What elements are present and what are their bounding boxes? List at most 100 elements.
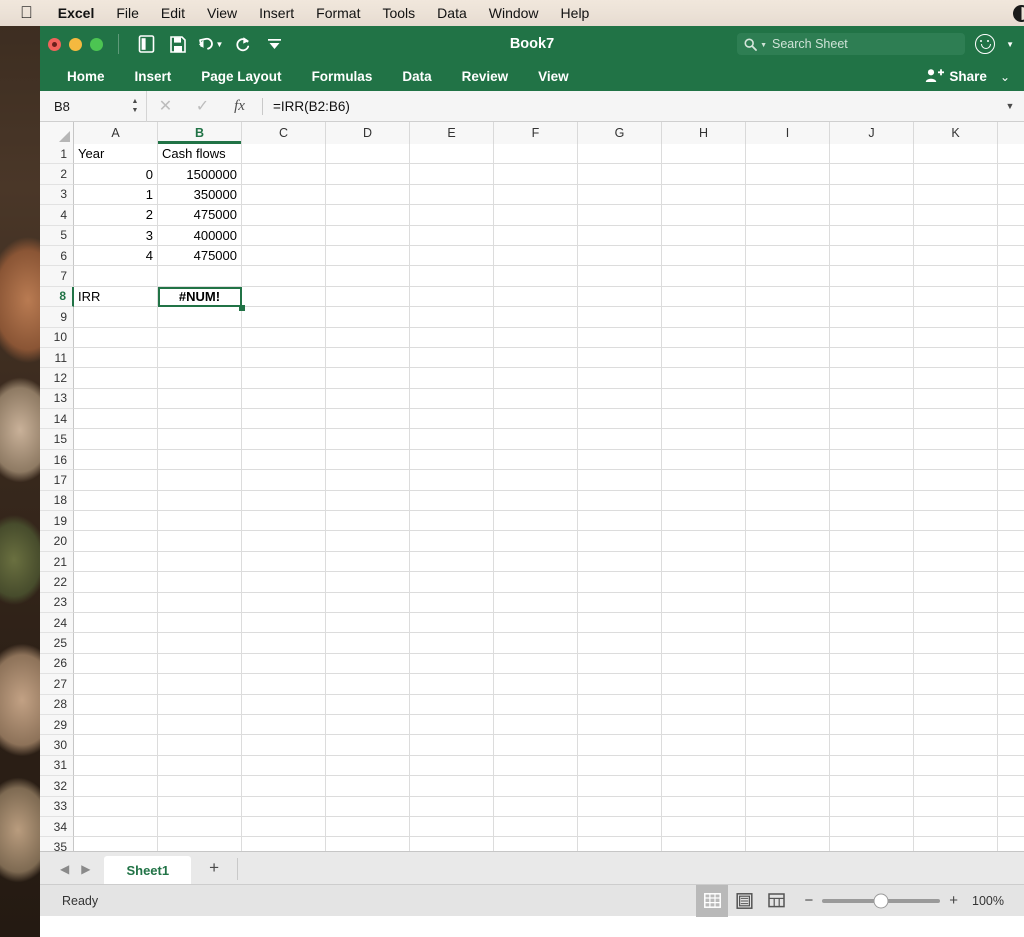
cell-j8[interactable] (830, 286, 914, 308)
cell-k3[interactable] (914, 184, 998, 206)
cell-j20[interactable] (830, 531, 914, 552)
cell-j25[interactable] (830, 633, 914, 654)
column-header-partial[interactable] (998, 122, 1024, 144)
cell-g27[interactable] (578, 674, 662, 695)
cell-d4[interactable] (326, 205, 410, 226)
cell-d14[interactable] (326, 409, 410, 430)
cell-f23[interactable] (494, 592, 578, 613)
cell-i29[interactable] (746, 714, 830, 736)
cell-g11[interactable] (578, 347, 662, 369)
cell-k28[interactable] (914, 694, 998, 715)
row-header-26[interactable]: 26 (40, 653, 74, 675)
cell-h7[interactable] (662, 266, 746, 287)
cell-j23[interactable] (830, 592, 914, 613)
cell-f19[interactable] (494, 511, 578, 532)
cell-h33[interactable] (662, 796, 746, 817)
cell-c17[interactable] (242, 470, 326, 491)
cell-h11[interactable] (662, 347, 746, 369)
cell-k18[interactable] (914, 490, 998, 512)
cell-i1[interactable] (746, 144, 830, 165)
cell-k19[interactable] (914, 511, 998, 532)
row-header-6[interactable]: 6 (40, 245, 74, 267)
cell-d6[interactable] (326, 245, 410, 267)
spinner-up-icon[interactable]: ▲ (132, 98, 139, 105)
cell-k34[interactable] (914, 816, 998, 838)
cell-partial[interactable] (998, 755, 1024, 777)
smiley-face-icon[interactable] (975, 34, 996, 54)
cell-f28[interactable] (494, 694, 578, 715)
normal-view-icon[interactable] (696, 884, 729, 917)
cell-e11[interactable] (410, 347, 494, 369)
cell-d13[interactable] (326, 388, 410, 410)
cell-j15[interactable] (830, 429, 914, 450)
cell-h8[interactable] (662, 286, 746, 308)
cell-c23[interactable] (242, 592, 326, 613)
cell-e23[interactable] (410, 592, 494, 613)
cell-partial[interactable] (998, 511, 1024, 532)
cell-b24[interactable] (158, 612, 242, 634)
cell-a35[interactable] (74, 837, 158, 851)
row-header-4[interactable]: 4 (40, 205, 74, 226)
cell-g3[interactable] (578, 184, 662, 206)
cell-a4[interactable]: 2 (74, 205, 158, 226)
cell-d8[interactable] (326, 286, 410, 308)
cell-c1[interactable] (242, 144, 326, 165)
cell-i6[interactable] (746, 245, 830, 267)
cell-f1[interactable] (494, 144, 578, 165)
cell-h23[interactable] (662, 592, 746, 613)
cell-c15[interactable] (242, 429, 326, 450)
cell-h31[interactable] (662, 755, 746, 777)
cell-i4[interactable] (746, 205, 830, 226)
cell-partial[interactable] (998, 796, 1024, 817)
cell-partial[interactable] (998, 368, 1024, 389)
cell-d12[interactable] (326, 368, 410, 389)
cell-j1[interactable] (830, 144, 914, 165)
cell-partial[interactable] (998, 592, 1024, 613)
cell-b18[interactable] (158, 490, 242, 512)
cell-partial[interactable] (998, 735, 1024, 756)
row-header-23[interactable]: 23 (40, 592, 74, 613)
cell-k13[interactable] (914, 388, 998, 410)
cell-a5[interactable]: 3 (74, 225, 158, 246)
cell-c30[interactable] (242, 735, 326, 756)
row-header-34[interactable]: 34 (40, 816, 74, 838)
cell-g25[interactable] (578, 633, 662, 654)
cell-d28[interactable] (326, 694, 410, 715)
cell-f29[interactable] (494, 714, 578, 736)
cell-h12[interactable] (662, 368, 746, 389)
cell-i25[interactable] (746, 633, 830, 654)
cell-j30[interactable] (830, 735, 914, 756)
fill-handle[interactable] (239, 305, 245, 312)
cell-d34[interactable] (326, 816, 410, 838)
cell-k11[interactable] (914, 347, 998, 369)
cell-e7[interactable] (410, 266, 494, 287)
cell-i28[interactable] (746, 694, 830, 715)
cell-c3[interactable] (242, 184, 326, 206)
menu-item-view[interactable]: View (196, 5, 248, 21)
cell-i3[interactable] (746, 184, 830, 206)
cell-e27[interactable] (410, 674, 494, 695)
cell-d7[interactable] (326, 266, 410, 287)
cell-i27[interactable] (746, 674, 830, 695)
cell-e20[interactable] (410, 531, 494, 552)
cell-g35[interactable] (578, 837, 662, 851)
cell-g8[interactable] (578, 286, 662, 308)
cell-d31[interactable] (326, 755, 410, 777)
cell-e3[interactable] (410, 184, 494, 206)
close-window-button[interactable] (48, 37, 61, 51)
cell-a33[interactable] (74, 796, 158, 817)
search-scope-caret-icon[interactable]: ▼ (760, 42, 767, 49)
cell-d2[interactable] (326, 164, 410, 185)
cell-b21[interactable] (158, 551, 242, 573)
cell-h21[interactable] (662, 551, 746, 573)
menu-item-tools[interactable]: Tools (371, 5, 426, 21)
cell-f12[interactable] (494, 368, 578, 389)
cell-partial[interactable] (998, 245, 1024, 267)
cell-i19[interactable] (746, 511, 830, 532)
tab-review[interactable]: Review (447, 62, 524, 91)
cell-e25[interactable] (410, 633, 494, 654)
cell-f30[interactable] (494, 735, 578, 756)
cell-h18[interactable] (662, 490, 746, 512)
cell-e35[interactable] (410, 837, 494, 851)
cell-c19[interactable] (242, 511, 326, 532)
